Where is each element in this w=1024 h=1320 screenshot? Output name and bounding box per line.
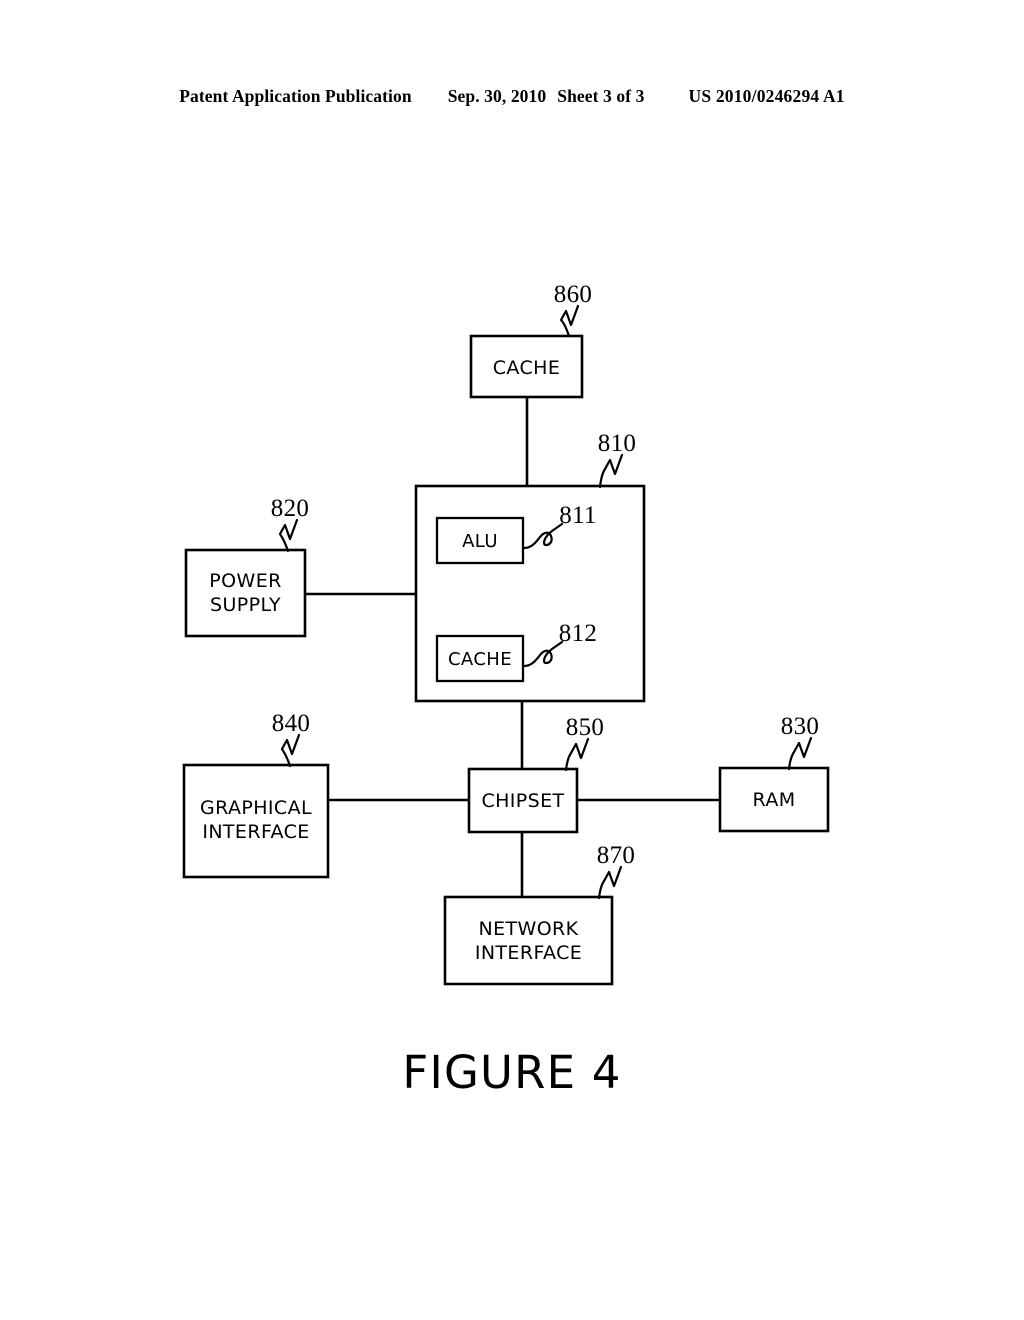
graphical-interface-label-line-2: INTERFACE (202, 821, 309, 843)
reference-numeral-811: 811 (559, 502, 596, 529)
leader-line-810 (598, 453, 624, 489)
network-interface-label-line-1: NETWORK (478, 918, 578, 940)
leader-line-850 (564, 737, 590, 772)
reference-numeral-840: 840 (272, 710, 310, 737)
power-supply-box[interactable] (184, 548, 307, 638)
leader-line-860 (559, 304, 580, 338)
reference-numeral-830: 830 (781, 713, 819, 740)
reference-numeral-870: 870 (597, 842, 635, 869)
cache-internal-label: CACHE (448, 649, 512, 670)
reference-numeral-850: 850 (566, 714, 604, 741)
figure-4-block-diagram: CACHE 860 810 ALU 811 CACHE 812 POWER SU… (182, 281, 830, 986)
figure-caption: FIGURE 4 (402, 1046, 622, 1099)
block-cache-external[interactable]: CACHE 860 (469, 281, 592, 399)
leader-line-830 (787, 736, 813, 771)
leader-line-820 (278, 518, 299, 553)
block-cpu[interactable]: 810 ALU 811 CACHE 812 (414, 430, 646, 703)
block-power-supply[interactable]: POWER SUPPLY 820 (184, 495, 309, 638)
reference-numeral-812: 812 (559, 620, 597, 647)
ram-label: RAM (752, 789, 795, 811)
block-chipset[interactable]: CHIPSET 850 (467, 714, 604, 834)
reference-numeral-810: 810 (598, 430, 636, 457)
block-graphical-interface[interactable]: GRAPHICAL INTERFACE 840 (182, 710, 330, 879)
leader-line-870 (597, 865, 623, 900)
reference-numeral-820: 820 (271, 495, 309, 522)
network-interface-box[interactable] (443, 895, 614, 986)
power-supply-label-line-2: SUPPLY (210, 594, 281, 616)
reference-numeral-860: 860 (554, 281, 592, 308)
network-interface-label-line-2: INTERFACE (475, 942, 582, 964)
block-network-interface[interactable]: NETWORK INTERFACE 870 (443, 842, 635, 986)
chipset-label: CHIPSET (481, 790, 564, 812)
alu-label: ALU (462, 531, 498, 552)
power-supply-label-line-1: POWER (209, 570, 281, 592)
block-ram[interactable]: RAM 830 (718, 713, 830, 833)
leader-line-840 (280, 733, 301, 768)
patent-page: Patent Application Publication Sep. 30, … (0, 0, 1024, 1320)
cache-external-label: CACHE (493, 357, 561, 379)
graphical-interface-label-line-1: GRAPHICAL (200, 797, 312, 819)
